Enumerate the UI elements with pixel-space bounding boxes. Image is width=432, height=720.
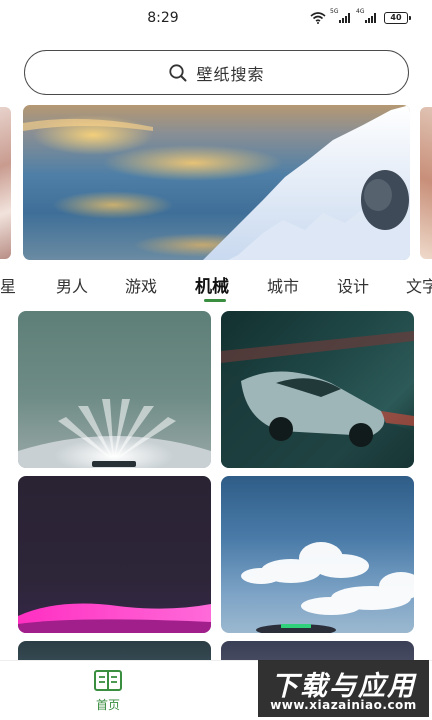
status-time: 8:29	[147, 10, 179, 26]
tab-mechanical[interactable]: 机械	[195, 272, 229, 297]
book-icon	[94, 670, 122, 691]
wallpaper-light-beams	[18, 399, 211, 468]
signal-4g-icon: 4G	[356, 8, 376, 23]
search-icon	[169, 63, 187, 81]
tab-text[interactable]: 文字	[406, 273, 432, 297]
status-icons: 5G 4G 40	[310, 8, 411, 24]
wallpaper-neon-car	[18, 603, 211, 633]
tab-games[interactable]: 游戏	[125, 273, 157, 297]
watermark: 下载与应用 www.xiazainiao.com	[258, 660, 429, 717]
wifi-icon	[310, 12, 326, 24]
battery-icon: 40	[384, 12, 411, 24]
banner-next-peek[interactable]	[420, 107, 432, 259]
wallpaper-card[interactable]	[18, 476, 211, 633]
signal-5g-label: 5G	[330, 8, 339, 15]
wallpaper-sports-car	[221, 331, 414, 468]
tab-men[interactable]: 男人	[56, 273, 88, 297]
active-tab-indicator	[204, 299, 226, 302]
nav-home[interactable]: 首页	[84, 669, 132, 719]
watermark-url: www.xiazainiao.com	[270, 698, 417, 712]
banner-artwork	[23, 105, 410, 260]
signal-4g-label: 4G	[356, 8, 365, 15]
wallpaper-sky-clouds	[241, 542, 414, 633]
wallpaper-card[interactable]	[221, 476, 414, 633]
category-tabs: 明星 男人 游戏 机械 城市 设计 文字	[0, 270, 432, 306]
nav-home-label: 首页	[95, 698, 120, 712]
banner-prev-peek[interactable]	[0, 107, 11, 259]
search-placeholder: 壁纸搜索	[196, 64, 265, 84]
tab-design[interactable]: 设计	[337, 273, 369, 297]
tab-star[interactable]: 明星	[0, 273, 16, 297]
banner-image[interactable]	[23, 105, 410, 260]
tab-city[interactable]: 城市	[267, 273, 299, 297]
wallpaper-card[interactable]	[18, 311, 211, 468]
status-bar: 8:29 5G 4G 40	[0, 0, 432, 40]
wallpaper-card[interactable]	[221, 311, 414, 468]
signal-5g-icon: 5G	[330, 8, 350, 23]
search-bar[interactable]: 壁纸搜索	[24, 50, 409, 95]
